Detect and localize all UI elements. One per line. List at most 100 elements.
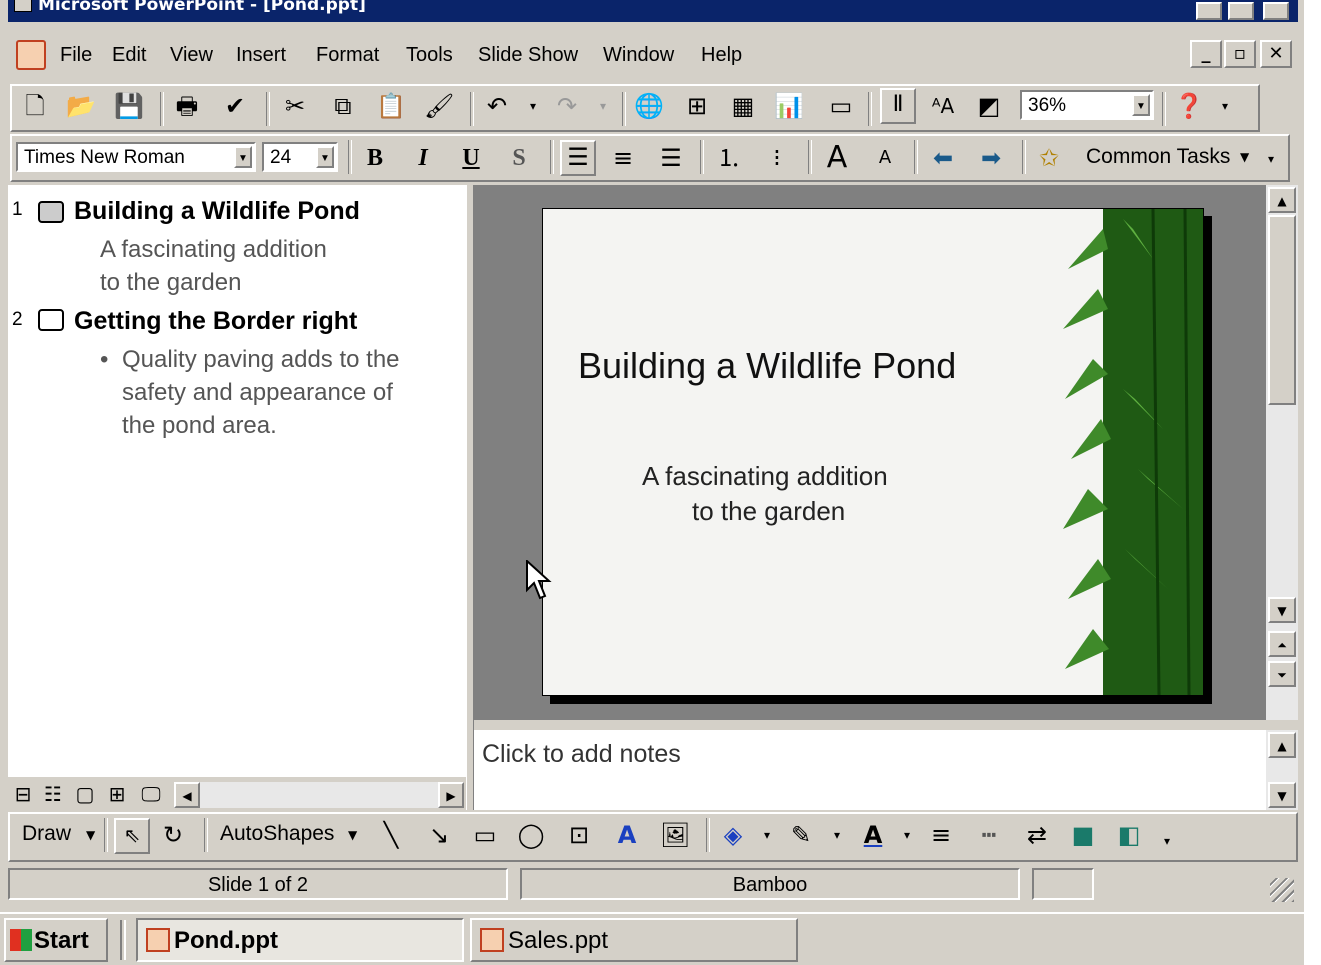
show-formatting-icon[interactable]: ᴬA	[928, 91, 958, 121]
line-icon[interactable]: ╲	[376, 820, 406, 850]
italic-button[interactable]: I	[408, 143, 438, 173]
line-style-icon[interactable]: ≡	[926, 820, 956, 850]
tables-borders-icon[interactable]: ⊞	[682, 91, 712, 121]
grayscale-icon[interactable]: ◩	[974, 91, 1004, 121]
menu-slide-show[interactable]: Slide Show	[478, 44, 578, 67]
slide-sorter-view-icon[interactable]: ⊞	[102, 779, 132, 809]
resize-grip-icon[interactable]	[1270, 878, 1294, 902]
hyperlink-icon[interactable]: 🌐	[634, 91, 664, 121]
previous-slide-icon[interactable]: ⏶	[1268, 631, 1296, 657]
close-app-button[interactable]	[1263, 2, 1289, 20]
menu-format[interactable]: Format	[316, 44, 379, 67]
menu-edit[interactable]: Edit	[112, 44, 146, 67]
doc-restore-button[interactable]: ▫	[1224, 40, 1256, 68]
outline-text-line[interactable]: A fascinating addition	[100, 233, 327, 266]
shadow-icon[interactable]: ■	[1068, 820, 1098, 850]
slide-vscrollbar[interactable]: ▲ ▼ ⏶ ⏷	[1266, 185, 1298, 720]
minimize-app-button[interactable]	[1196, 2, 1222, 20]
outline-slide-title[interactable]: Building a Wildlife Pond	[74, 197, 360, 226]
redo-icon[interactable]: ↷	[552, 91, 582, 121]
next-slide-icon[interactable]: ⏷	[1268, 661, 1296, 687]
redo-dropdown-icon[interactable]: ▾	[588, 91, 618, 121]
maximize-app-button[interactable]	[1228, 2, 1254, 20]
align-center-icon[interactable]: ≡	[608, 143, 638, 173]
insert-chart-icon[interactable]: 📊	[774, 91, 804, 121]
cut-icon[interactable]: ✂	[280, 91, 310, 121]
taskbar-sales-ppt[interactable]: Sales.ppt	[470, 918, 798, 962]
pane-splitter[interactable]	[466, 185, 474, 810]
bold-button[interactable]: B	[360, 143, 390, 173]
menu-tools[interactable]: Tools	[406, 44, 453, 67]
slide-icon[interactable]	[38, 309, 64, 331]
font-color-dropdown-icon[interactable]: ▾	[892, 820, 922, 850]
zoom-combo[interactable]: 36% ▼	[1020, 90, 1154, 120]
menu-view[interactable]: View	[170, 44, 213, 67]
scroll-down-icon[interactable]: ▼	[1268, 597, 1296, 623]
rectangle-icon[interactable]: ▭	[470, 820, 500, 850]
toolbar-options-icon[interactable]: ▾	[1152, 826, 1182, 856]
free-rotate-icon[interactable]: ↻	[158, 820, 188, 850]
print-icon[interactable]: 🖶	[172, 91, 202, 121]
copy-icon[interactable]: ⧉	[328, 91, 358, 121]
normal-view-icon[interactable]: ⊟	[8, 779, 38, 809]
menu-insert[interactable]: Insert	[236, 44, 286, 67]
draw-menu-button[interactable]: Draw	[22, 822, 71, 846]
align-right-icon[interactable]: ☰	[656, 143, 686, 173]
font-size-dropdown-icon[interactable]: ▼	[316, 146, 334, 168]
slide-title[interactable]: Building a Wildlife Pond	[578, 345, 956, 387]
arrow-icon[interactable]: ↘	[424, 820, 454, 850]
demote-icon[interactable]: ➡	[976, 143, 1006, 173]
oval-icon[interactable]: ◯	[516, 820, 546, 850]
scroll-down-icon[interactable]: ▼	[1268, 782, 1296, 808]
menu-file[interactable]: File	[60, 44, 92, 67]
format-painter-icon[interactable]: 🖌	[424, 91, 454, 121]
font-size-combo[interactable]: 24 ▼	[262, 142, 338, 172]
notes-placeholder[interactable]: Click to add notes	[482, 740, 681, 769]
paste-icon[interactable]: 📋	[376, 91, 406, 121]
outline-hscrollbar[interactable]: ◀ ▶	[174, 782, 464, 808]
increase-font-icon[interactable]: A	[822, 143, 852, 173]
dash-style-icon[interactable]: ┅	[974, 820, 1004, 850]
outline-text-line[interactable]: Quality paving adds to the	[122, 343, 400, 376]
slide-subtitle-line[interactable]: to the garden	[692, 496, 845, 527]
insert-table-icon[interactable]: ▦	[728, 91, 758, 121]
numbering-icon[interactable]: ⒈	[714, 143, 744, 173]
fill-color-icon[interactable]: ◈	[718, 820, 748, 850]
shadow-button[interactable]: S	[504, 143, 534, 173]
zoom-dropdown-icon[interactable]: ▼	[1132, 94, 1150, 116]
slide-show-view-icon[interactable]: 🖵	[136, 779, 166, 809]
scroll-up-icon[interactable]: ▲	[1268, 187, 1296, 213]
arrow-style-icon[interactable]: ⇄	[1022, 820, 1052, 850]
common-tasks-dropdown-icon[interactable]: ▼	[1240, 150, 1249, 164]
scroll-thumb[interactable]	[1268, 215, 1296, 405]
text-box-icon[interactable]: ⊡	[564, 820, 594, 850]
decrease-font-icon[interactable]: A	[870, 143, 900, 173]
doc-minimize-button[interactable]: _	[1190, 40, 1222, 68]
slide-view-icon[interactable]: ▢	[70, 779, 100, 809]
menu-help[interactable]: Help	[701, 44, 742, 67]
undo-icon[interactable]: ↶	[482, 91, 512, 121]
promote-icon[interactable]: ⬅	[928, 143, 958, 173]
outline-text-line[interactable]: the pond area.	[122, 409, 277, 442]
line-color-icon[interactable]: ✎	[786, 820, 816, 850]
slide-subtitle-line[interactable]: A fascinating addition	[642, 461, 888, 492]
outline-pane[interactable]: 1 Building a Wildlife Pond A fascinating…	[8, 185, 466, 777]
autoshapes-menu-button[interactable]: AutoShapes	[220, 822, 334, 846]
clip-art-icon[interactable]: 🖼	[660, 820, 690, 850]
toolbar-options-icon[interactable]: ▾	[1210, 91, 1240, 121]
new-icon[interactable]: 🗋	[20, 91, 50, 121]
notes-vscrollbar[interactable]: ▲ ▼	[1266, 730, 1298, 810]
slide-icon[interactable]	[38, 201, 64, 223]
help-icon[interactable]: ❓	[1174, 91, 1204, 121]
font-color-icon[interactable]: A	[858, 820, 888, 850]
wordart-icon[interactable]: A	[612, 820, 642, 850]
start-button[interactable]: Start	[4, 918, 108, 962]
spelling-icon[interactable]: ✔	[220, 91, 250, 121]
outline-slide-title[interactable]: Getting the Border right	[74, 307, 357, 336]
underline-button[interactable]: U	[456, 143, 486, 173]
font-combo[interactable]: Times New Roman ▼	[16, 142, 256, 172]
outline-view-icon[interactable]: ☷	[38, 779, 68, 809]
taskbar-pond-ppt[interactable]: Pond.ppt	[136, 918, 464, 962]
bullets-icon[interactable]: ⁝	[762, 143, 792, 173]
common-tasks-button[interactable]: Common Tasks	[1086, 145, 1230, 169]
